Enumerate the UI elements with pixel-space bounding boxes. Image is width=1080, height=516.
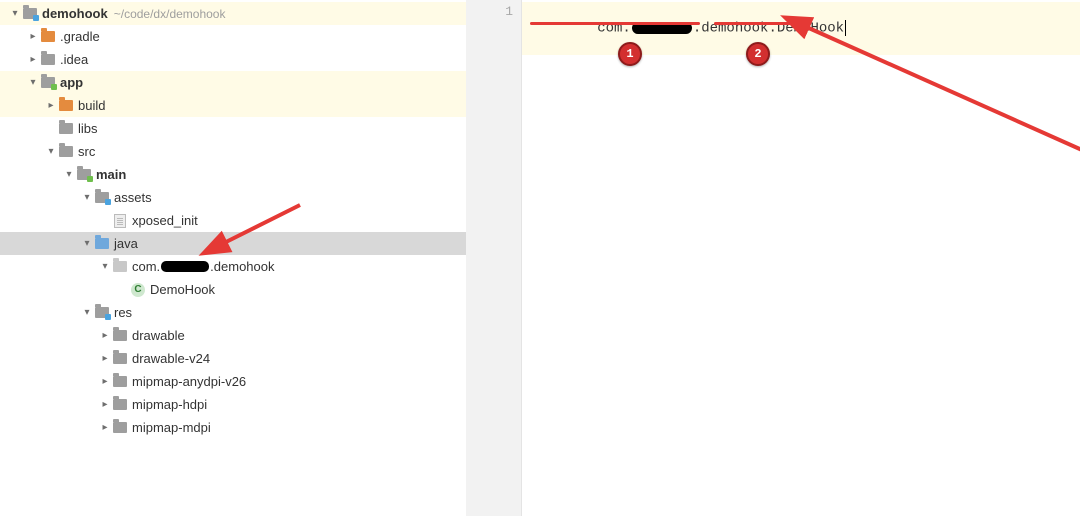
tree-label: java bbox=[114, 236, 138, 251]
chevron-down-icon[interactable]: ▾ bbox=[44, 146, 58, 157]
tree-label: .idea bbox=[60, 52, 88, 67]
chevron-down-icon[interactable]: ▾ bbox=[98, 261, 112, 272]
tree-label: libs bbox=[78, 121, 98, 136]
tree-label: drawable-v24 bbox=[132, 351, 210, 366]
tree-label: src bbox=[78, 144, 95, 159]
folder-icon bbox=[58, 144, 74, 160]
tree-label: assets bbox=[114, 190, 152, 205]
code-line-1[interactable]: com..demohook.DemoHook bbox=[522, 2, 1080, 55]
folder-icon bbox=[112, 397, 128, 413]
chevron-right-icon[interactable]: ▸ bbox=[98, 353, 112, 364]
tree-root-demohook[interactable]: ▾ demohook ~/code/dx/demohook bbox=[0, 2, 466, 25]
folder-icon bbox=[112, 420, 128, 436]
tree-label: main bbox=[96, 167, 126, 182]
editor-code-area[interactable]: com..demohook.DemoHook 1 2 bbox=[522, 0, 1080, 516]
class-icon: C bbox=[130, 282, 146, 298]
folder-icon bbox=[58, 121, 74, 137]
tree-item-gradle[interactable]: ▸ .gradle bbox=[0, 25, 466, 48]
tree-item-mipmap-hdpi[interactable]: ▸ mipmap-hdpi bbox=[0, 393, 466, 416]
folder-icon bbox=[94, 190, 110, 206]
chevron-right-icon[interactable]: ▸ bbox=[26, 31, 40, 42]
chevron-right-icon[interactable]: ▸ bbox=[44, 100, 58, 111]
tree-item-java[interactable]: ▾ java bbox=[0, 232, 466, 255]
tree-item-xposed-init[interactable]: ▸ xposed_init bbox=[0, 209, 466, 232]
tree-item-mipmap-anydpi-v26[interactable]: ▸ mipmap-anydpi-v26 bbox=[0, 370, 466, 393]
line-number: 1 bbox=[466, 4, 513, 19]
callout-badge-2: 2 bbox=[746, 42, 770, 66]
tree-label: app bbox=[60, 75, 83, 90]
editor-panel: 1 com..demohook.DemoHook 1 2 bbox=[466, 0, 1080, 516]
tree-root-label: demohook bbox=[42, 6, 108, 21]
chevron-right-icon[interactable]: ▸ bbox=[98, 330, 112, 341]
redacted-text bbox=[161, 261, 209, 272]
module-folder-icon bbox=[76, 167, 92, 183]
tree-item-assets[interactable]: ▾ assets bbox=[0, 186, 466, 209]
module-folder-icon bbox=[40, 75, 56, 91]
chevron-down-icon[interactable]: ▾ bbox=[26, 77, 40, 88]
tree-item-res[interactable]: ▾ res bbox=[0, 301, 466, 324]
tree-label: mipmap-anydpi-v26 bbox=[132, 374, 246, 389]
tree-item-drawable[interactable]: ▸ drawable bbox=[0, 324, 466, 347]
chevron-right-icon[interactable]: ▸ bbox=[98, 376, 112, 387]
chevron-down-icon[interactable]: ▾ bbox=[8, 8, 22, 19]
folder-icon bbox=[40, 29, 56, 45]
tree-label: mipmap-mdpi bbox=[132, 420, 211, 435]
tree-label: xposed_init bbox=[132, 213, 198, 228]
tree-label: build bbox=[78, 98, 105, 113]
folder-icon bbox=[112, 328, 128, 344]
callout-badge-1: 1 bbox=[618, 42, 642, 66]
tree-label: mipmap-hdpi bbox=[132, 397, 207, 412]
tree-root-path: ~/code/dx/demohook bbox=[114, 7, 226, 21]
text-cursor bbox=[845, 20, 846, 36]
tree-item-package[interactable]: ▾ com. .demohook bbox=[0, 255, 466, 278]
tree-item-app[interactable]: ▾ app bbox=[0, 71, 466, 94]
tree-item-drawable-v24[interactable]: ▸ drawable-v24 bbox=[0, 347, 466, 370]
annotation-underline bbox=[714, 22, 792, 25]
tree-item-idea[interactable]: ▸ .idea bbox=[0, 48, 466, 71]
tree-label: drawable bbox=[132, 328, 185, 343]
annotation-underline bbox=[530, 22, 700, 25]
folder-icon bbox=[112, 351, 128, 367]
chevron-down-icon[interactable]: ▾ bbox=[80, 307, 94, 318]
folder-icon bbox=[58, 98, 74, 114]
chevron-right-icon[interactable]: ▸ bbox=[26, 54, 40, 65]
chevron-down-icon[interactable]: ▾ bbox=[62, 169, 76, 180]
tree-label-pkg-pre: com. bbox=[132, 259, 160, 274]
project-tree-panel: ▾ demohook ~/code/dx/demohook ▸ .gradle … bbox=[0, 0, 466, 516]
tree-item-build[interactable]: ▸ build bbox=[0, 94, 466, 117]
chevron-down-icon[interactable]: ▾ bbox=[80, 192, 94, 203]
chevron-right-icon[interactable]: ▸ bbox=[98, 422, 112, 433]
module-folder-icon bbox=[22, 6, 38, 22]
folder-icon bbox=[40, 52, 56, 68]
tree-item-libs[interactable]: ▸ libs bbox=[0, 117, 466, 140]
folder-icon bbox=[112, 374, 128, 390]
tree-item-mipmap-mdpi[interactable]: ▸ mipmap-mdpi bbox=[0, 416, 466, 439]
tree-label: .gradle bbox=[60, 29, 100, 44]
folder-icon bbox=[94, 305, 110, 321]
tree-label-pkg-post: .demohook bbox=[210, 259, 274, 274]
tree-item-main[interactable]: ▾ main bbox=[0, 163, 466, 186]
tree-item-demohook-class[interactable]: ▸ C DemoHook bbox=[0, 278, 466, 301]
chevron-right-icon[interactable]: ▸ bbox=[98, 399, 112, 410]
tree-label: DemoHook bbox=[150, 282, 215, 297]
package-icon bbox=[112, 259, 128, 275]
tree-label: res bbox=[114, 305, 132, 320]
file-icon bbox=[112, 213, 128, 229]
source-folder-icon bbox=[94, 236, 110, 252]
editor-gutter: 1 bbox=[466, 0, 522, 516]
tree-item-src[interactable]: ▾ src bbox=[0, 140, 466, 163]
chevron-down-icon[interactable]: ▾ bbox=[80, 238, 94, 249]
